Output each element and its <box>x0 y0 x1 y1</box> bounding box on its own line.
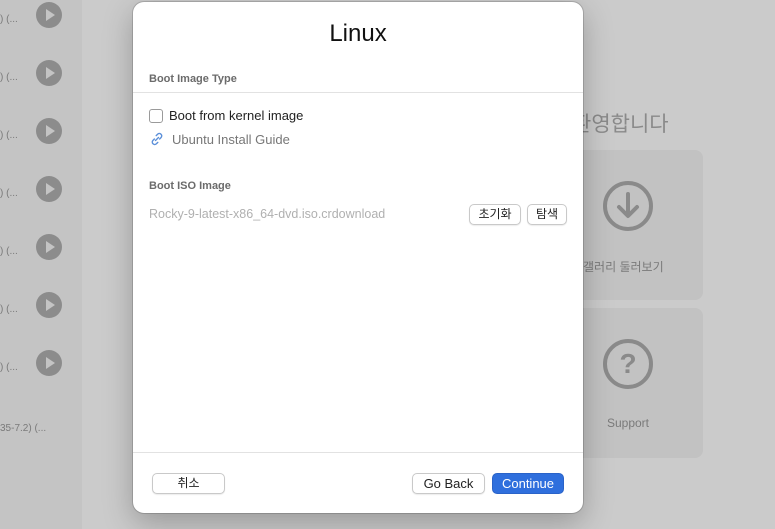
play-icon[interactable] <box>36 292 62 318</box>
vm-sidebar: ) (... ) (... ) (... ) (... ) (... ) (..… <box>0 0 82 529</box>
boot-from-kernel-checkbox-row[interactable]: Boot from kernel image <box>149 108 303 123</box>
vm-list-item[interactable]: ) (... <box>0 292 82 332</box>
vm-list-item[interactable]: ) (... <box>0 2 82 42</box>
go-back-button[interactable]: Go Back <box>412 473 485 494</box>
vm-subtitle: ) (... <box>0 246 18 257</box>
dialog-title: Linux <box>329 20 387 47</box>
cancel-button[interactable]: 취소 <box>152 473 225 494</box>
divider <box>133 92 583 93</box>
play-icon[interactable] <box>36 118 62 144</box>
boot-image-type-label: Boot Image Type <box>149 73 237 85</box>
vm-subtitle: ) (... <box>0 72 18 83</box>
welcome-title: 환영합니다 <box>572 113 669 136</box>
link-icon <box>151 132 163 146</box>
browse-button[interactable]: 탐색 <box>527 204 567 225</box>
boot-from-kernel-checkbox[interactable] <box>149 108 163 123</box>
play-icon[interactable] <box>36 350 62 376</box>
checkbox-label: Boot from kernel image <box>169 108 304 123</box>
vm-subtitle: ) (... <box>0 304 18 315</box>
vm-subtitle: 35-7.2) (... <box>0 423 47 434</box>
boot-iso-image-label: Boot ISO Image <box>149 180 231 192</box>
vm-list-item[interactable]: ) (... <box>0 118 82 158</box>
divider <box>133 452 583 453</box>
vm-list-item[interactable]: ) (... <box>0 60 82 100</box>
vm-subtitle: ) (... <box>0 188 18 199</box>
clear-button[interactable]: 초기화 <box>469 204 521 225</box>
play-icon[interactable] <box>36 176 62 202</box>
download-circle-icon <box>603 181 653 231</box>
vm-subtitle: ) (... <box>0 362 18 373</box>
vm-subtitle: ) (... <box>0 14 18 25</box>
ubuntu-install-guide-link[interactable]: Ubuntu Install Guide <box>149 131 290 147</box>
vm-subtitle: ) (... <box>0 130 18 141</box>
linux-setup-dialog: Linux Boot Image Type Boot from kernel i… <box>133 2 583 513</box>
play-icon[interactable] <box>36 2 62 28</box>
vm-list-item[interactable]: ) (... <box>0 350 82 390</box>
vm-list-item[interactable]: ) (... <box>0 176 82 216</box>
play-icon[interactable] <box>36 60 62 86</box>
link-label: Ubuntu Install Guide <box>172 131 290 147</box>
vm-list-item[interactable]: ) (... <box>0 234 82 274</box>
iso-path-field: Rocky-9-latest-x86_64-dvd.iso.crdownload <box>149 207 386 221</box>
play-icon[interactable] <box>36 234 62 260</box>
continue-button[interactable]: Continue <box>492 473 564 494</box>
